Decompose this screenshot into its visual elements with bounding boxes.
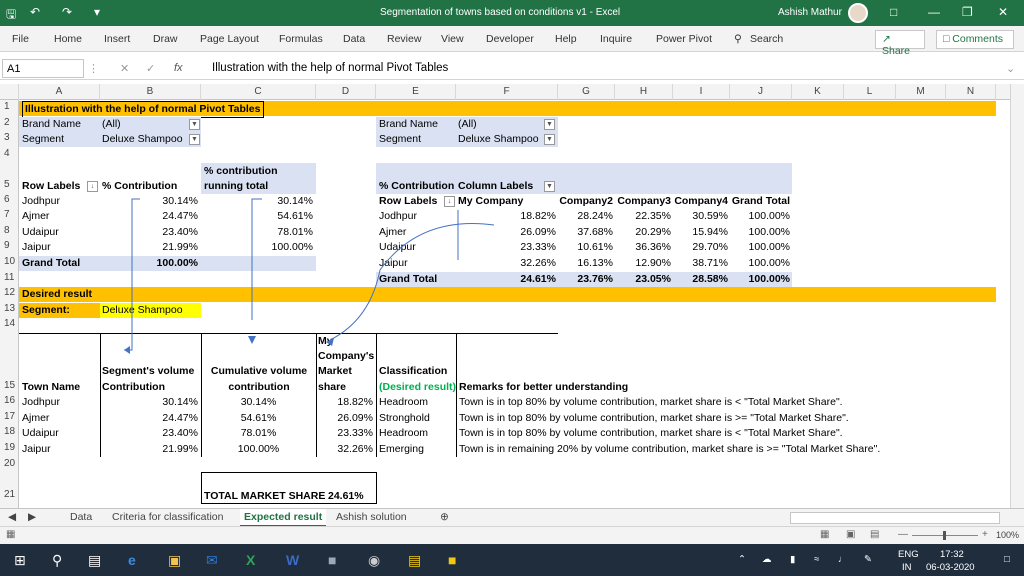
edge-icon[interactable]: e [128, 552, 136, 568]
zoom-level[interactable]: 100% [996, 530, 1019, 540]
search-icon[interactable]: ⚲ [52, 552, 62, 569]
wifi-icon[interactable]: ≈ [814, 554, 819, 565]
scroll-right-icon[interactable]: ▶ [28, 511, 36, 523]
connector-line [329, 222, 495, 341]
connector-line [251, 198, 262, 320]
status-bar: ▦ ▦ ▣ ▤ — + 100% [0, 526, 1024, 544]
word-icon[interactable]: W [286, 552, 299, 568]
horizontal-scrollbar[interactable] [790, 512, 1000, 524]
arrowhead [326, 338, 334, 346]
task-view-icon[interactable]: ▤ [88, 552, 101, 569]
connector-line [124, 198, 140, 351]
arrowhead [124, 346, 130, 354]
page-layout-icon[interactable]: ▣ [846, 529, 855, 540]
clock-date[interactable]: 06-03-2020 [926, 562, 975, 573]
language-region[interactable]: IN [902, 562, 912, 573]
connector-arrows [124, 198, 495, 354]
vertical-scrollbar[interactable] [1010, 84, 1024, 508]
macro-icon[interactable]: ▦ [6, 529, 15, 540]
page-break-icon[interactable]: ▤ [870, 529, 879, 540]
notification-icon[interactable]: □ [1004, 554, 1010, 565]
zoom-in-icon[interactable]: + [982, 529, 988, 540]
tab-sheet-active[interactable]: Expected result [240, 509, 327, 527]
volume-icon[interactable]: ♩ [838, 554, 848, 565]
sticky-notes-icon[interactable]: ■ [448, 552, 456, 568]
taskbar: ⊞ ⚲ ▤ e ▣ ✉ X W ■ ◉ ▤ ■ ⌃ ☁ ▮ ≈ ♩ ✎ ENG … [0, 544, 1024, 576]
battery-icon[interactable]: ▮ [790, 554, 795, 565]
scroll-left-icon[interactable]: ◀ [8, 511, 16, 523]
normal-view-icon[interactable]: ▦ [820, 529, 829, 540]
file-explorer-icon[interactable]: ▣ [168, 552, 181, 569]
language-code[interactable]: ENG [898, 549, 919, 560]
clock-time[interactable]: 17:32 [940, 549, 964, 560]
paint-icon[interactable]: ◉ [368, 552, 380, 569]
excel-icon[interactable]: X [246, 552, 255, 568]
tab-sheet[interactable]: Data [70, 511, 92, 523]
tab-sheet[interactable]: Ashish solution [336, 511, 407, 523]
sheet-tab-bar: ◀ ▶ Data Criteria for classification Exp… [0, 508, 1024, 527]
zoom-out-icon[interactable]: — [898, 529, 908, 540]
app-icon[interactable]: ■ [328, 552, 336, 568]
pen-icon[interactable]: ✎ [864, 554, 872, 565]
tray-arrow-icon[interactable]: ⌃ [738, 554, 746, 565]
zoom-slider-thumb[interactable] [943, 531, 946, 540]
outlook-icon[interactable]: ✉ [206, 552, 218, 569]
add-sheet-icon[interactable]: ⊕ [440, 511, 449, 523]
powerbi-icon[interactable]: ▤ [408, 552, 421, 569]
arrowhead [248, 336, 256, 344]
tab-sheet[interactable]: Criteria for classification [112, 511, 223, 523]
windows-start-icon[interactable]: ⊞ [14, 552, 26, 569]
onedrive-icon[interactable]: ☁ [762, 554, 772, 565]
